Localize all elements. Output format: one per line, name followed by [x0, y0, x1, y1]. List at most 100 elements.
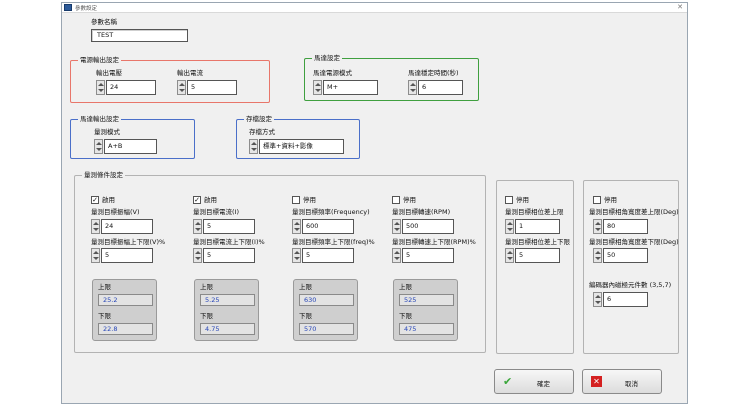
- measure-col-target-spin-buttons[interactable]: [292, 219, 301, 234]
- ok-button[interactable]: ✔ 確定: [494, 369, 574, 394]
- angle-lower-stepper[interactable]: 50: [593, 248, 648, 263]
- measure-col-target-label: 量測目標振幅(V): [91, 208, 140, 216]
- measure-col-target-value[interactable]: 500: [402, 219, 454, 234]
- phase-upper-spin-buttons[interactable]: [505, 219, 514, 234]
- measure-col-check-label: 啟用: [102, 196, 115, 204]
- measure-col-target-spin-buttons[interactable]: [392, 219, 401, 234]
- lower-limit-value: 22.8: [98, 323, 153, 335]
- checkmark-icon: ✔: [503, 375, 513, 388]
- measure-col-target-spin-buttons[interactable]: [91, 219, 100, 234]
- power-output-title: 電源輸出設定: [78, 56, 121, 65]
- measure-col-target-stepper[interactable]: 24: [91, 219, 153, 234]
- voltage-stepper[interactable]: 24: [96, 80, 156, 95]
- storage-mode-ring[interactable]: 標準+資料+影像: [249, 139, 344, 154]
- param-name-label: 參數名稱: [91, 18, 117, 26]
- voltage-spin-buttons[interactable]: [96, 80, 105, 95]
- measure-col-checkbox[interactable]: [392, 196, 400, 204]
- lower-limit-label: 下限: [299, 312, 312, 320]
- current-value[interactable]: 5: [187, 80, 237, 95]
- measure-col-target-spin-buttons[interactable]: [193, 219, 202, 234]
- upper-limit-label: 上限: [399, 283, 412, 291]
- measure-col-tol-stepper[interactable]: 5: [91, 248, 153, 263]
- voltage-value[interactable]: 24: [106, 80, 156, 95]
- measure-col-tol-label: 量測目標轉速上下限(RPM)%: [392, 238, 476, 246]
- encoder-label: 編碼器內磁極元件數 (3,5,7): [589, 281, 672, 289]
- upper-limit-label: 上限: [200, 283, 213, 291]
- measure-mode-value[interactable]: A+B: [104, 139, 157, 154]
- motor-mode-value[interactable]: M+: [323, 80, 378, 95]
- measure-col-tol-value[interactable]: 5: [101, 248, 153, 263]
- close-icon[interactable]: ✕: [677, 3, 683, 11]
- upper-limit-label: 上限: [98, 283, 111, 291]
- motor-stable-stepper[interactable]: 6: [408, 80, 463, 95]
- current-stepper[interactable]: 5: [177, 80, 237, 95]
- phase-upper-value[interactable]: 1: [515, 219, 560, 234]
- measure-col-tol-stepper[interactable]: 5: [292, 248, 354, 263]
- phase-group: [496, 180, 574, 354]
- storage-mode-spin-buttons[interactable]: [249, 139, 258, 154]
- phase-lower-label: 量測目標相位差上下限: [505, 238, 570, 246]
- lower-limit-value: 4.75: [200, 323, 255, 335]
- cancel-button[interactable]: ✕ 取消: [582, 369, 662, 394]
- measure-col-target-value[interactable]: 600: [302, 219, 354, 234]
- angle-lower-spin-buttons[interactable]: [593, 248, 602, 263]
- measure-col-target-label: 量測目標電流(I): [193, 208, 239, 216]
- measure-col-target-value[interactable]: 5: [203, 219, 255, 234]
- angle-upper-value[interactable]: 80: [603, 219, 648, 234]
- encoder-value[interactable]: 6: [603, 292, 648, 307]
- measure-col-tol-value[interactable]: 5: [203, 248, 255, 263]
- measure-col-checkbox[interactable]: ✓: [193, 196, 201, 204]
- storage-title: 存檔設定: [244, 115, 274, 124]
- measure-col-target-stepper[interactable]: 600: [292, 219, 354, 234]
- measure-col-target-value[interactable]: 24: [101, 219, 153, 234]
- angle-upper-stepper[interactable]: 80: [593, 219, 648, 234]
- motor-stable-value[interactable]: 6: [418, 80, 463, 95]
- motor-mode-spin-buttons[interactable]: [313, 80, 322, 95]
- angle-lower-value[interactable]: 50: [603, 248, 648, 263]
- measure-col-tol-spin-buttons[interactable]: [392, 248, 401, 263]
- phase-check-label: 停用: [516, 196, 529, 204]
- measure-mode-spin-buttons[interactable]: [94, 139, 103, 154]
- angle-check-label: 停用: [604, 196, 617, 204]
- current-label: 輸出電流: [177, 69, 203, 77]
- measure-col-target-stepper[interactable]: 500: [392, 219, 454, 234]
- app-icon: [64, 4, 72, 11]
- window-title: 參數設定: [75, 6, 98, 12]
- upper-limit-value: 25.2: [98, 294, 153, 306]
- ok-button-label: 確定: [537, 380, 550, 388]
- angle-upper-spin-buttons[interactable]: [593, 219, 602, 234]
- measure-col-tol-spin-buttons[interactable]: [193, 248, 202, 263]
- param-name-field[interactable]: TEST: [91, 29, 188, 42]
- phase-upper-stepper[interactable]: 1: [505, 219, 560, 234]
- measure-col-tol-spin-buttons[interactable]: [292, 248, 301, 263]
- measure-col-tol-stepper[interactable]: 5: [193, 248, 255, 263]
- measure-col-checkbox[interactable]: ✓: [91, 196, 99, 204]
- measure-col-tol-value[interactable]: 5: [302, 248, 354, 263]
- measure-col-tol-stepper[interactable]: 5: [392, 248, 454, 263]
- measure-col-tol-spin-buttons[interactable]: [91, 248, 100, 263]
- title-bar: 參數設定 ✕: [62, 3, 687, 13]
- measure-mode-ring[interactable]: A+B: [94, 139, 157, 154]
- motor-mode-ring[interactable]: M+: [313, 80, 378, 95]
- phase-checkbox[interactable]: [505, 196, 513, 204]
- measure-col-tol-label: 量測目標頻率上下限(freq)%: [292, 238, 375, 246]
- storage-mode-value[interactable]: 標準+資料+影像: [259, 139, 344, 154]
- phase-lower-spin-buttons[interactable]: [505, 248, 514, 263]
- encoder-stepper[interactable]: 6: [593, 292, 648, 307]
- measure-col-tol-value[interactable]: 5: [402, 248, 454, 263]
- phase-lower-stepper[interactable]: 5: [505, 248, 560, 263]
- limit-display-box: 上限 525 下限 475: [393, 279, 458, 341]
- motor-stable-spin-buttons[interactable]: [408, 80, 417, 95]
- lower-limit-label: 下限: [98, 312, 111, 320]
- angle-checkbox[interactable]: [593, 196, 601, 204]
- motor-setting-title: 馬達設定: [312, 54, 342, 63]
- encoder-spin-buttons[interactable]: [593, 292, 602, 307]
- lower-limit-label: 下限: [399, 312, 412, 320]
- phase-lower-value[interactable]: 5: [515, 248, 560, 263]
- upper-limit-label: 上限: [299, 283, 312, 291]
- measure-col-checkbox[interactable]: [292, 196, 300, 204]
- measure-col-target-stepper[interactable]: 5: [193, 219, 255, 234]
- current-spin-buttons[interactable]: [177, 80, 186, 95]
- motor-output-title: 馬達輸出設定: [78, 115, 121, 124]
- limit-display-box: 上限 25.2 下限 22.8: [92, 279, 157, 341]
